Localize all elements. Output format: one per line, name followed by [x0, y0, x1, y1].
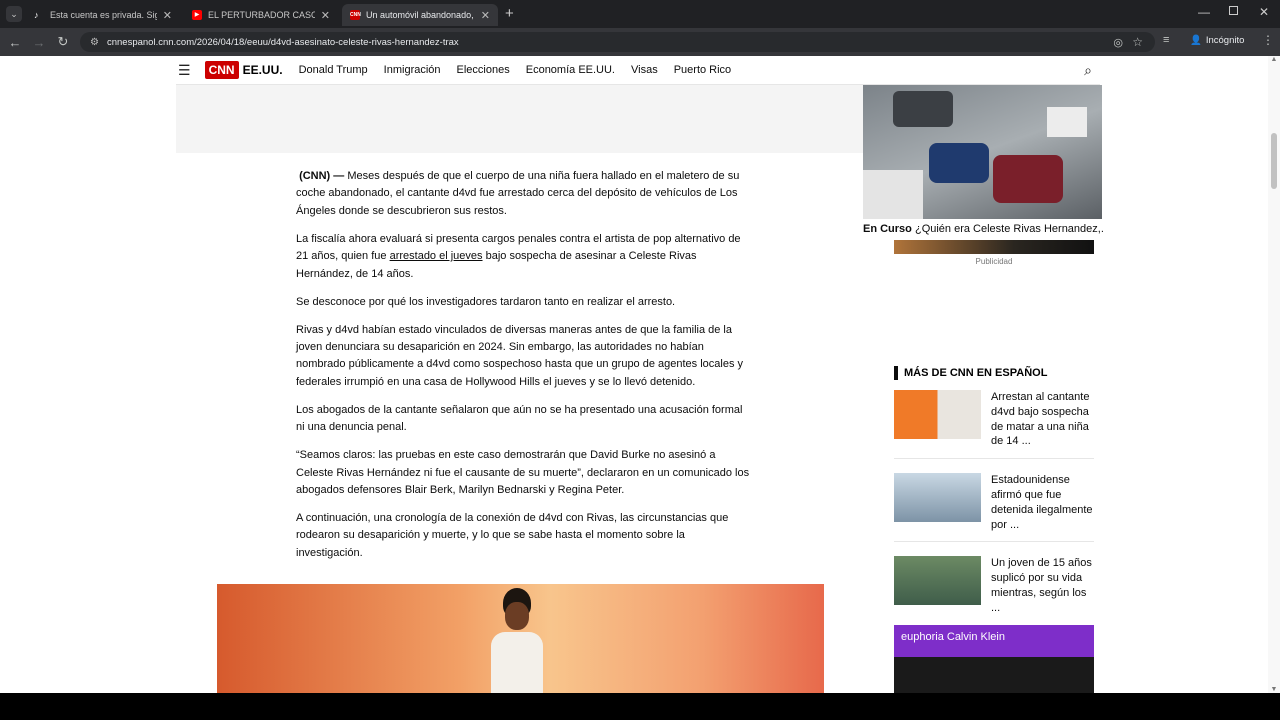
taskbar-strip	[0, 693, 1280, 720]
arrest-link[interactable]: arrestado el jueves	[390, 250, 483, 262]
live-badge: En Curso	[863, 223, 912, 235]
eye-off-icon[interactable]: ◎	[1113, 36, 1123, 49]
paragraph-text: Meses después de que el cuerpo de una ni…	[296, 170, 740, 217]
site-info-icon[interactable]: ⚙	[90, 37, 99, 48]
story-thumbnail[interactable]	[894, 390, 981, 439]
incognito-label: Incógnito	[1205, 35, 1245, 46]
video-thumbnail[interactable]	[863, 85, 1102, 219]
reload-icon[interactable]: ↻	[51, 34, 75, 50]
section-title[interactable]: EE.UU.	[243, 63, 283, 77]
back-icon[interactable]: ←	[3, 35, 27, 50]
page-scrollbar[interactable]: ▲ ▼	[1268, 56, 1280, 693]
browser-menu-icon[interactable]: ⋮	[1262, 33, 1274, 47]
close-tab-icon[interactable]: ✕	[481, 9, 490, 22]
tab-title: Un automóvil abandonado, un	[366, 10, 475, 20]
nav-link-economia[interactable]: Economía EE.UU.	[526, 64, 615, 76]
ad-brand-text: euphoria Calvin Klein	[894, 625, 1094, 657]
close-tab-icon[interactable]: ✕	[163, 9, 172, 22]
article-paragraph: Se desconoce por qué los investigadores …	[296, 295, 676, 308]
performer-figure	[485, 588, 549, 694]
url-text[interactable]: cnnespanol.cnn.com/2026/04/18/eeuu/d4vd-…	[107, 37, 459, 48]
scroll-up-icon[interactable]: ▲	[1268, 56, 1280, 63]
browser-tab-1[interactable]: ♪ Esta cuenta es privada. Sigue en ✕	[26, 4, 180, 26]
ad-banner-small	[894, 240, 1094, 254]
site-navigation: ☰ CNN EE.UU. Donald Trump Inmigración El…	[176, 56, 1100, 85]
article-paragraph: La fiscalía ahora evaluará si presenta c…	[296, 231, 751, 283]
article-paragraph: (CNN) — Meses después de que el cuerpo d…	[296, 168, 751, 220]
video-title: ¿Quién era Celeste Rivas Hernandez,...	[914, 223, 1103, 235]
browser-tab-3[interactable]: CNN Un automóvil abandonado, un ✕	[342, 4, 498, 26]
chevron-down-icon: ⌄	[10, 9, 18, 19]
search-icon[interactable]: ⌕	[1084, 62, 1092, 79]
youtube-icon: ▶	[192, 10, 202, 20]
incognito-icon: 👤	[1190, 35, 1202, 46]
address-bar[interactable]: ⚙ cnnespanol.cnn.com/2026/04/18/eeuu/d4v…	[80, 32, 1155, 52]
tiktok-icon: ♪	[34, 10, 39, 20]
tab-search-icon[interactable]: ≡	[1163, 34, 1169, 46]
sidebar-story[interactable]: Un joven de 15 años suplicó por su vida …	[894, 556, 1094, 624]
hamburger-menu-icon[interactable]: ☰	[178, 62, 191, 79]
article-body: (CNN) — Meses después de que el cuerpo d…	[296, 168, 751, 573]
browser-tab-strip: ⌄ ♪ Esta cuenta es privada. Sigue en ✕ ▶…	[0, 0, 1280, 28]
ad-placeholder	[176, 85, 863, 153]
forward-icon[interactable]: →	[27, 35, 51, 50]
nav-link-visas[interactable]: Visas	[631, 64, 658, 76]
nav-link-donald-trump[interactable]: Donald Trump	[299, 64, 368, 76]
scroll-down-icon[interactable]: ▼	[1268, 686, 1280, 693]
restore-icon[interactable]	[1229, 6, 1238, 15]
nav-link-elecciones[interactable]: Elecciones	[457, 64, 510, 76]
story-thumbnail[interactable]	[894, 556, 981, 606]
article-paragraph: A continuación, una cronología de la con…	[296, 512, 729, 559]
nav-link-puerto-rico[interactable]: Puerto Rico	[674, 64, 731, 76]
new-tab-button[interactable]: +	[505, 5, 514, 22]
close-tab-icon[interactable]: ✕	[321, 9, 330, 22]
story-headline[interactable]: Un joven de 15 años suplicó por su vida …	[991, 556, 1094, 615]
video-player[interactable]	[863, 85, 1102, 219]
tab-title: EL PERTURBADOR CASO DE D4	[208, 10, 315, 20]
minimize-icon[interactable]: —	[1198, 5, 1210, 19]
sidebar-story[interactable]: Arrestan al cantante d4vd bajo sospecha …	[894, 390, 1094, 460]
tab-search-button[interactable]: ⌄	[6, 6, 22, 22]
browser-tab-2[interactable]: ▶ EL PERTURBADOR CASO DE D4 ✕	[184, 4, 338, 26]
source-label: (CNN) —	[299, 170, 345, 182]
tab-title: Esta cuenta es privada. Sigue en	[50, 10, 157, 20]
sidebar-story[interactable]: Estadounidense afirmó que fue detenida i…	[894, 473, 1094, 543]
article-paragraph: Rivas y d4vd habían estado vinculados de…	[296, 323, 744, 388]
cnn-logo[interactable]: CNN	[204, 61, 239, 79]
video-caption[interactable]: En Curso ¿Quién era Celeste Rivas Hernan…	[863, 223, 1103, 235]
story-headline[interactable]: Arrestan al cantante d4vd bajo sospecha …	[991, 390, 1094, 449]
story-headline[interactable]: Estadounidense afirmó que fue detenida i…	[991, 473, 1094, 532]
more-cnn-sidebar: MÁS DE CNN EN ESPAÑOL Arrestan al cantan…	[894, 366, 1094, 639]
sidebar-heading: MÁS DE CNN EN ESPAÑOL	[894, 366, 1094, 380]
story-thumbnail[interactable]	[894, 473, 981, 523]
bookmark-star-icon[interactable]: ☆	[1132, 35, 1143, 49]
sidebar-ad[interactable]: euphoria Calvin Klein	[894, 625, 1094, 693]
scrollbar-thumb[interactable]	[1271, 133, 1277, 189]
article-paragraph: Los abogados de la cantante señalaron qu…	[296, 403, 743, 434]
ad-label: Publicidad	[975, 257, 1013, 266]
article-paragraph: “Seamos claros: las pruebas en este caso…	[296, 449, 750, 497]
close-window-icon[interactable]: ✕	[1259, 5, 1269, 19]
incognito-badge[interactable]: 👤 Incógnito	[1190, 35, 1244, 46]
cnn-favicon-icon: CNN	[350, 10, 361, 20]
nav-link-inmigracion[interactable]: Inmigración	[384, 64, 441, 76]
article-hero-image	[217, 584, 824, 694]
